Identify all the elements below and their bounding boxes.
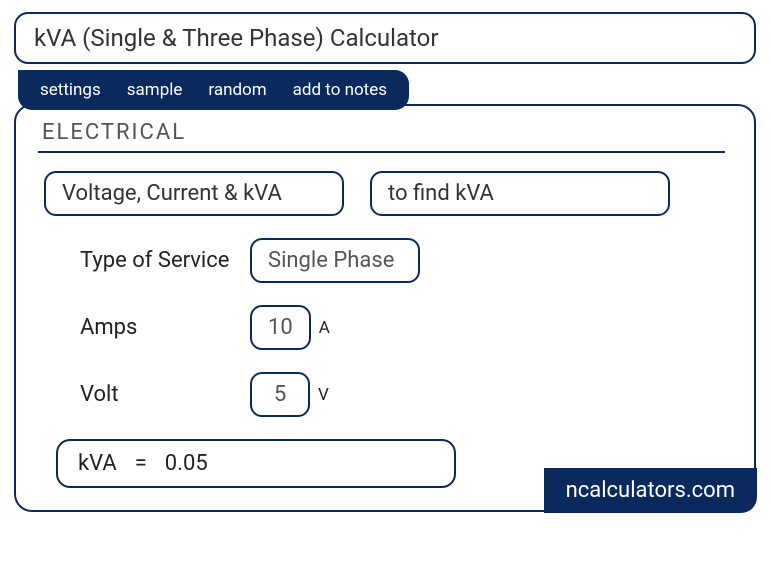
service-label: Type of Service [80, 247, 250, 275]
service-row: Type of Service Single Phase [38, 238, 732, 283]
volt-label: Volt [80, 381, 250, 409]
volt-input[interactable]: 5 [250, 372, 310, 417]
amps-row: Amps 10 A [38, 305, 732, 350]
amps-unit: A [319, 318, 330, 338]
service-select[interactable]: Single Phase [250, 238, 420, 283]
volt-row: Volt 5 V [38, 372, 732, 417]
mode-selectors: Voltage, Current & kVA to find kVA [38, 171, 732, 216]
toolbar-sample[interactable]: sample [127, 80, 183, 100]
result-value: 0.05 [165, 451, 208, 476]
calculator-panel: ELECTRICAL Voltage, Current & kVA to fin… [14, 104, 756, 512]
mode-select[interactable]: Voltage, Current & kVA [44, 171, 344, 216]
toolbar: settings sample random add to notes [18, 70, 409, 110]
section-heading: ELECTRICAL [38, 120, 725, 153]
target-select[interactable]: to find kVA [370, 171, 670, 216]
toolbar-add-to-notes[interactable]: add to notes [293, 80, 387, 100]
toolbar-random[interactable]: random [208, 80, 266, 100]
result-box: kVA = 0.05 [56, 439, 456, 488]
amps-label: Amps [80, 314, 250, 342]
toolbar-settings[interactable]: settings [40, 80, 101, 100]
page-title: kVA (Single & Three Phase) Calculator [14, 12, 756, 64]
brand-badge: ncalculators.com [544, 468, 757, 513]
result-equals: = [135, 451, 147, 476]
result-name: kVA [78, 451, 117, 476]
volt-unit: V [318, 385, 329, 405]
amps-input[interactable]: 10 [250, 305, 311, 350]
